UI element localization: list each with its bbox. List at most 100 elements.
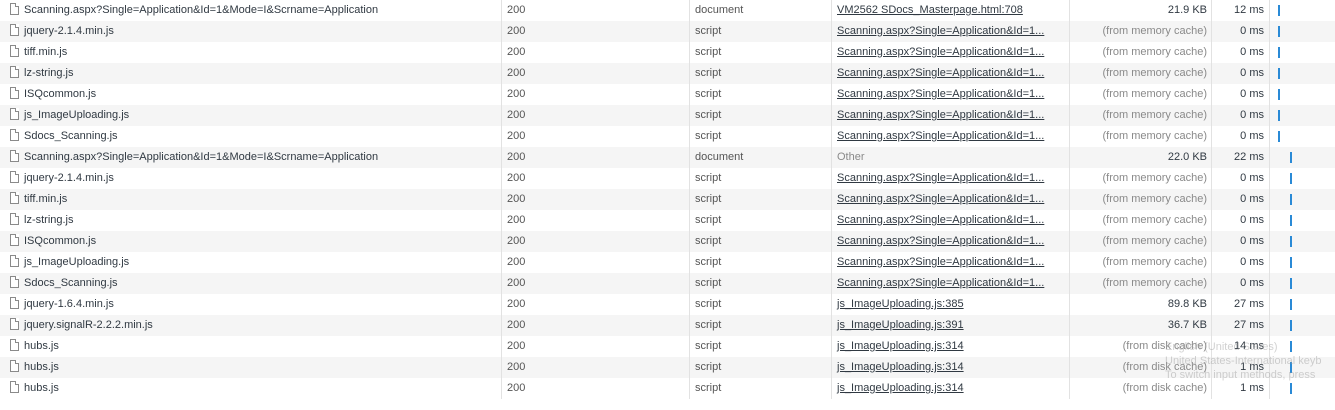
initiator-link[interactable]: Scanning.aspx?Single=Application&Id=1... xyxy=(837,256,1044,268)
table-row[interactable]: tiff.min.js 200 script Scanning.aspx?Single… xyxy=(0,189,1335,210)
table-row[interactable]: Sdocs_Scanning.js 200 script Scanning.aspx?… xyxy=(0,126,1335,147)
initiator-cell: Scanning.aspx?Single=Application&Id=1... xyxy=(832,42,1070,63)
waterfall-bar xyxy=(1278,110,1280,121)
size-cell: 89.8 KB xyxy=(1070,294,1212,315)
initiator-link[interactable]: js_ImageUploading.js:314 xyxy=(837,382,964,394)
table-row[interactable]: jquery-1.6.4.min.js 200 script js_ImageUplo… xyxy=(0,294,1335,315)
initiator-link[interactable]: Scanning.aspx?Single=Application&Id=1... xyxy=(837,172,1044,184)
request-name-cell[interactable]: Sdocs_Scanning.js xyxy=(0,126,502,147)
type-cell: script xyxy=(690,336,832,357)
request-name: ISQcommon.js xyxy=(24,235,97,247)
request-name: hubs.js xyxy=(24,361,59,373)
request-name-cell[interactable]: lz-string.js xyxy=(0,210,502,231)
table-row[interactable]: hubs.js 200 script js_ImageUploading.js:314… xyxy=(0,357,1335,378)
request-name-cell[interactable]: js_ImageUploading.js xyxy=(0,252,502,273)
request-name-cell[interactable]: tiff.min.js xyxy=(0,189,502,210)
request-name: js_ImageUploading.js xyxy=(24,256,130,268)
table-row[interactable]: tiff.min.js 200 script Scanning.aspx?Single… xyxy=(0,42,1335,63)
size-cell: (from memory cache) xyxy=(1070,273,1212,294)
table-row[interactable]: hubs.js 200 script js_ImageUploading.js:314… xyxy=(0,336,1335,357)
file-icon xyxy=(10,255,19,268)
initiator-link[interactable]: Scanning.aspx?Single=Application&Id=1... xyxy=(837,277,1044,289)
request-name-cell[interactable]: Scanning.aspx?Single=Application&Id=1&Mo… xyxy=(0,147,502,168)
initiator-link[interactable]: Scanning.aspx?Single=Application&Id=1... xyxy=(837,109,1044,121)
request-name-cell[interactable]: ISQcommon.js xyxy=(0,84,502,105)
table-row[interactable]: jquery-2.1.4.min.js 200 script Scanning.asp… xyxy=(0,21,1335,42)
initiator-link[interactable]: Scanning.aspx?Single=Application&Id=1... xyxy=(837,67,1044,79)
table-row[interactable]: lz-string.js 200 script Scanning.aspx?Singl… xyxy=(0,63,1335,84)
waterfall-bar xyxy=(1278,26,1280,37)
size-cell: (from disk cache) xyxy=(1070,378,1212,399)
time-cell: 0 ms xyxy=(1212,105,1270,126)
request-name-cell[interactable]: hubs.js xyxy=(0,336,502,357)
file-icon xyxy=(10,381,19,394)
waterfall-cell xyxy=(1270,0,1335,21)
request-name-cell[interactable]: jquery-2.1.4.min.js xyxy=(0,21,502,42)
request-name-cell[interactable]: hubs.js xyxy=(0,357,502,378)
table-row[interactable]: lz-string.js 200 script Scanning.aspx?Singl… xyxy=(0,210,1335,231)
request-name-cell[interactable]: jquery-2.1.4.min.js xyxy=(0,168,502,189)
waterfall-bar xyxy=(1290,320,1292,331)
request-name: Scanning.aspx?Single=Application&Id=1&Mo… xyxy=(24,4,379,16)
type-cell: document xyxy=(690,0,832,21)
size-cell: (from memory cache) xyxy=(1070,84,1212,105)
time-cell: 0 ms xyxy=(1212,168,1270,189)
initiator-link[interactable]: Scanning.aspx?Single=Application&Id=1... xyxy=(837,46,1044,58)
request-name-cell[interactable]: lz-string.js xyxy=(0,63,502,84)
initiator-link[interactable]: VM2562 SDocs_Masterpage.html:708 xyxy=(837,4,1023,16)
table-row[interactable]: jquery-2.1.4.min.js 200 script Scanning.asp… xyxy=(0,168,1335,189)
table-row[interactable]: ISQcommon.js 200 script Scanning.aspx?Singl… xyxy=(0,84,1335,105)
size-cell: 36.7 KB xyxy=(1070,315,1212,336)
size-cell: (from memory cache) xyxy=(1070,210,1212,231)
type-cell: script xyxy=(690,357,832,378)
time-cell: 0 ms xyxy=(1212,252,1270,273)
initiator-link[interactable]: js_ImageUploading.js:314 xyxy=(837,361,964,373)
file-icon xyxy=(10,234,19,247)
size-cell: 22.0 KB xyxy=(1070,147,1212,168)
request-name-cell[interactable]: tiff.min.js xyxy=(0,42,502,63)
initiator-link[interactable]: js_ImageUploading.js:314 xyxy=(837,340,964,352)
waterfall-cell xyxy=(1270,336,1335,357)
table-row[interactable]: ISQcommon.js 200 script Scanning.aspx?Singl… xyxy=(0,231,1335,252)
waterfall-bar xyxy=(1290,236,1292,247)
initiator-link[interactable]: Scanning.aspx?Single=Application&Id=1... xyxy=(837,235,1044,247)
request-name-cell[interactable]: js_ImageUploading.js xyxy=(0,105,502,126)
time-cell: 12 ms xyxy=(1212,0,1270,21)
table-row[interactable]: hubs.js 200 script js_ImageUploading.js:314… xyxy=(0,378,1335,399)
initiator-link[interactable]: js_ImageUploading.js:391 xyxy=(837,319,964,331)
initiator-link[interactable]: Scanning.aspx?Single=Application&Id=1... xyxy=(837,25,1044,37)
file-icon xyxy=(10,213,19,226)
initiator-link[interactable]: Scanning.aspx?Single=Application&Id=1... xyxy=(837,214,1044,226)
initiator-cell: Scanning.aspx?Single=Application&Id=1... xyxy=(832,105,1070,126)
request-name-cell[interactable]: Scanning.aspx?Single=Application&Id=1&Mo… xyxy=(0,0,502,21)
request-name-cell[interactable]: Sdocs_Scanning.js xyxy=(0,273,502,294)
initiator-link[interactable]: Scanning.aspx?Single=Application&Id=1... xyxy=(837,88,1044,100)
waterfall-bar xyxy=(1290,278,1292,289)
table-row[interactable]: js_ImageUploading.js 200 script Scanning.as… xyxy=(0,105,1335,126)
request-name-cell[interactable]: jquery.signalR-2.2.2.min.js xyxy=(0,315,502,336)
initiator-link[interactable]: Scanning.aspx?Single=Application&Id=1... xyxy=(837,130,1044,142)
status-cell: 200 xyxy=(502,231,690,252)
table-row[interactable]: js_ImageUploading.js 200 script Scanning.as… xyxy=(0,252,1335,273)
type-cell: script xyxy=(690,21,832,42)
time-cell: 0 ms xyxy=(1212,42,1270,63)
table-row[interactable]: jquery.signalR-2.2.2.min.js 200 script js_I… xyxy=(0,315,1335,336)
status-cell: 200 xyxy=(502,189,690,210)
table-row[interactable]: Sdocs_Scanning.js 200 script Scanning.aspx?… xyxy=(0,273,1335,294)
waterfall-bar xyxy=(1290,299,1292,310)
file-icon xyxy=(10,171,19,184)
initiator-link[interactable]: js_ImageUploading.js:385 xyxy=(837,298,964,310)
table-row[interactable]: Scanning.aspx?Single=Application&Id=1&Mo… xyxy=(0,0,1335,21)
status-cell: 200 xyxy=(502,168,690,189)
initiator-cell: VM2562 SDocs_Masterpage.html:708 xyxy=(832,0,1070,21)
waterfall-bar xyxy=(1290,152,1292,163)
type-cell: script xyxy=(690,378,832,399)
request-name-cell[interactable]: jquery-1.6.4.min.js xyxy=(0,294,502,315)
request-name-cell[interactable]: hubs.js xyxy=(0,378,502,399)
initiator-link[interactable]: Scanning.aspx?Single=Application&Id=1... xyxy=(837,193,1044,205)
status-cell: 200 xyxy=(502,210,690,231)
document-icon xyxy=(10,3,19,16)
request-name: jquery-1.6.4.min.js xyxy=(24,298,114,310)
table-row[interactable]: Scanning.aspx?Single=Application&Id=1&Mo… xyxy=(0,147,1335,168)
request-name-cell[interactable]: ISQcommon.js xyxy=(0,231,502,252)
